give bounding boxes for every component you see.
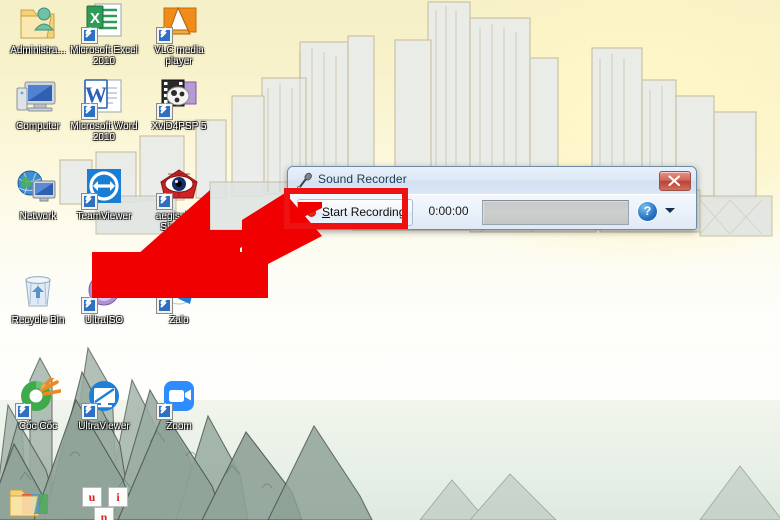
desktop-icon-xvid4psp-5[interactable]: XviD4PSP 5 (143, 78, 215, 132)
recycle-bin-icon (15, 272, 61, 314)
coccoc-icon (15, 375, 62, 420)
ultraviewer-icon (81, 378, 127, 420)
excel-icon: X (81, 2, 127, 44)
recording-progress-bar (482, 200, 629, 225)
svg-text:X: X (90, 10, 100, 27)
pointer-arrow (92, 190, 322, 336)
shortcut-badge-icon (156, 403, 173, 420)
icon-label: Recycle Bin (11, 315, 65, 326)
shortcut-badge-icon (15, 403, 32, 420)
desktop-icon-ultraviewer[interactable]: UltraViewer (68, 378, 140, 432)
word-icon: W (81, 78, 127, 120)
desktop-icon-administrator[interactable]: Administra... (2, 2, 74, 56)
icon-label: Computer (16, 121, 60, 132)
unikey-key-u[interactable]: u (82, 487, 102, 507)
window-title: Sound Recorder (318, 172, 407, 186)
network-globe-icon (15, 168, 61, 210)
icon-label: Administra... (10, 45, 66, 56)
film-reel-icon (156, 78, 202, 120)
chevron-down-icon[interactable] (665, 208, 675, 213)
desktop-icon-zoom[interactable]: Zoom (143, 378, 215, 432)
close-button[interactable] (659, 171, 691, 191)
desktop-icon-coc-coc[interactable]: Cốc Cốc (2, 375, 74, 432)
vlc-cone-icon (156, 2, 202, 44)
sound-recorder-window[interactable]: Sound Recorder Start Recording 0:00:00 ? (287, 166, 697, 230)
desktop-icon-microsoft-word-2010[interactable]: W Microsoft Word 2010 (68, 78, 140, 143)
recording-timer: 0:00:00 (428, 204, 469, 218)
start-recording-label-rest: tart Recording (330, 205, 406, 219)
zoom-camera-icon (156, 378, 202, 420)
icon-label: UltraViewer (78, 421, 130, 432)
start-recording-label: Start Recording (322, 205, 405, 219)
unikey-toolbar[interactable]: u i n (82, 487, 142, 520)
icon-label: XviD4PSP 5 (151, 121, 207, 132)
desktop-icon-network[interactable]: Network (2, 168, 74, 222)
desktop-screen: Administra... X Microsoft Excel 2010 VLC… (0, 0, 780, 520)
icon-label: Network (19, 211, 57, 222)
help-button[interactable]: ? (638, 202, 657, 221)
window-titlebar[interactable]: Sound Recorder (288, 167, 696, 194)
shortcut-badge-icon (156, 103, 173, 120)
icon-label: Microsoft Excel 2010 (70, 45, 138, 67)
unikey-key-i[interactable]: i (108, 487, 128, 507)
shortcut-badge-icon (156, 27, 173, 44)
help-label: ? (643, 204, 652, 218)
icon-label: Microsoft Word 2010 (70, 121, 138, 143)
desktop-icon-microsoft-excel-2010[interactable]: X Microsoft Excel 2010 (68, 2, 140, 67)
unikey-key-n[interactable]: n (94, 507, 114, 520)
recorder-toolbar: Start Recording 0:00:00 ? (288, 194, 696, 229)
shortcut-badge-icon (81, 103, 98, 120)
desktop-icon-computer[interactable]: Computer (2, 78, 74, 132)
desktop-icon-bottom-folder[interactable] (8, 486, 50, 520)
desktop-icon-recycle-bin[interactable]: Recycle Bin (2, 272, 74, 326)
user-folder-icon (15, 2, 61, 44)
icon-label: Cốc Cốc (18, 421, 58, 432)
microphone-icon (296, 172, 312, 190)
icon-label: Zoom (166, 421, 192, 432)
computer-icon (15, 78, 61, 120)
icon-label: VLC media player (154, 45, 204, 67)
shortcut-badge-icon (81, 27, 98, 44)
shortcut-badge-icon (81, 403, 98, 420)
desktop-icon-vlc-media-player[interactable]: VLC media player (143, 2, 215, 67)
